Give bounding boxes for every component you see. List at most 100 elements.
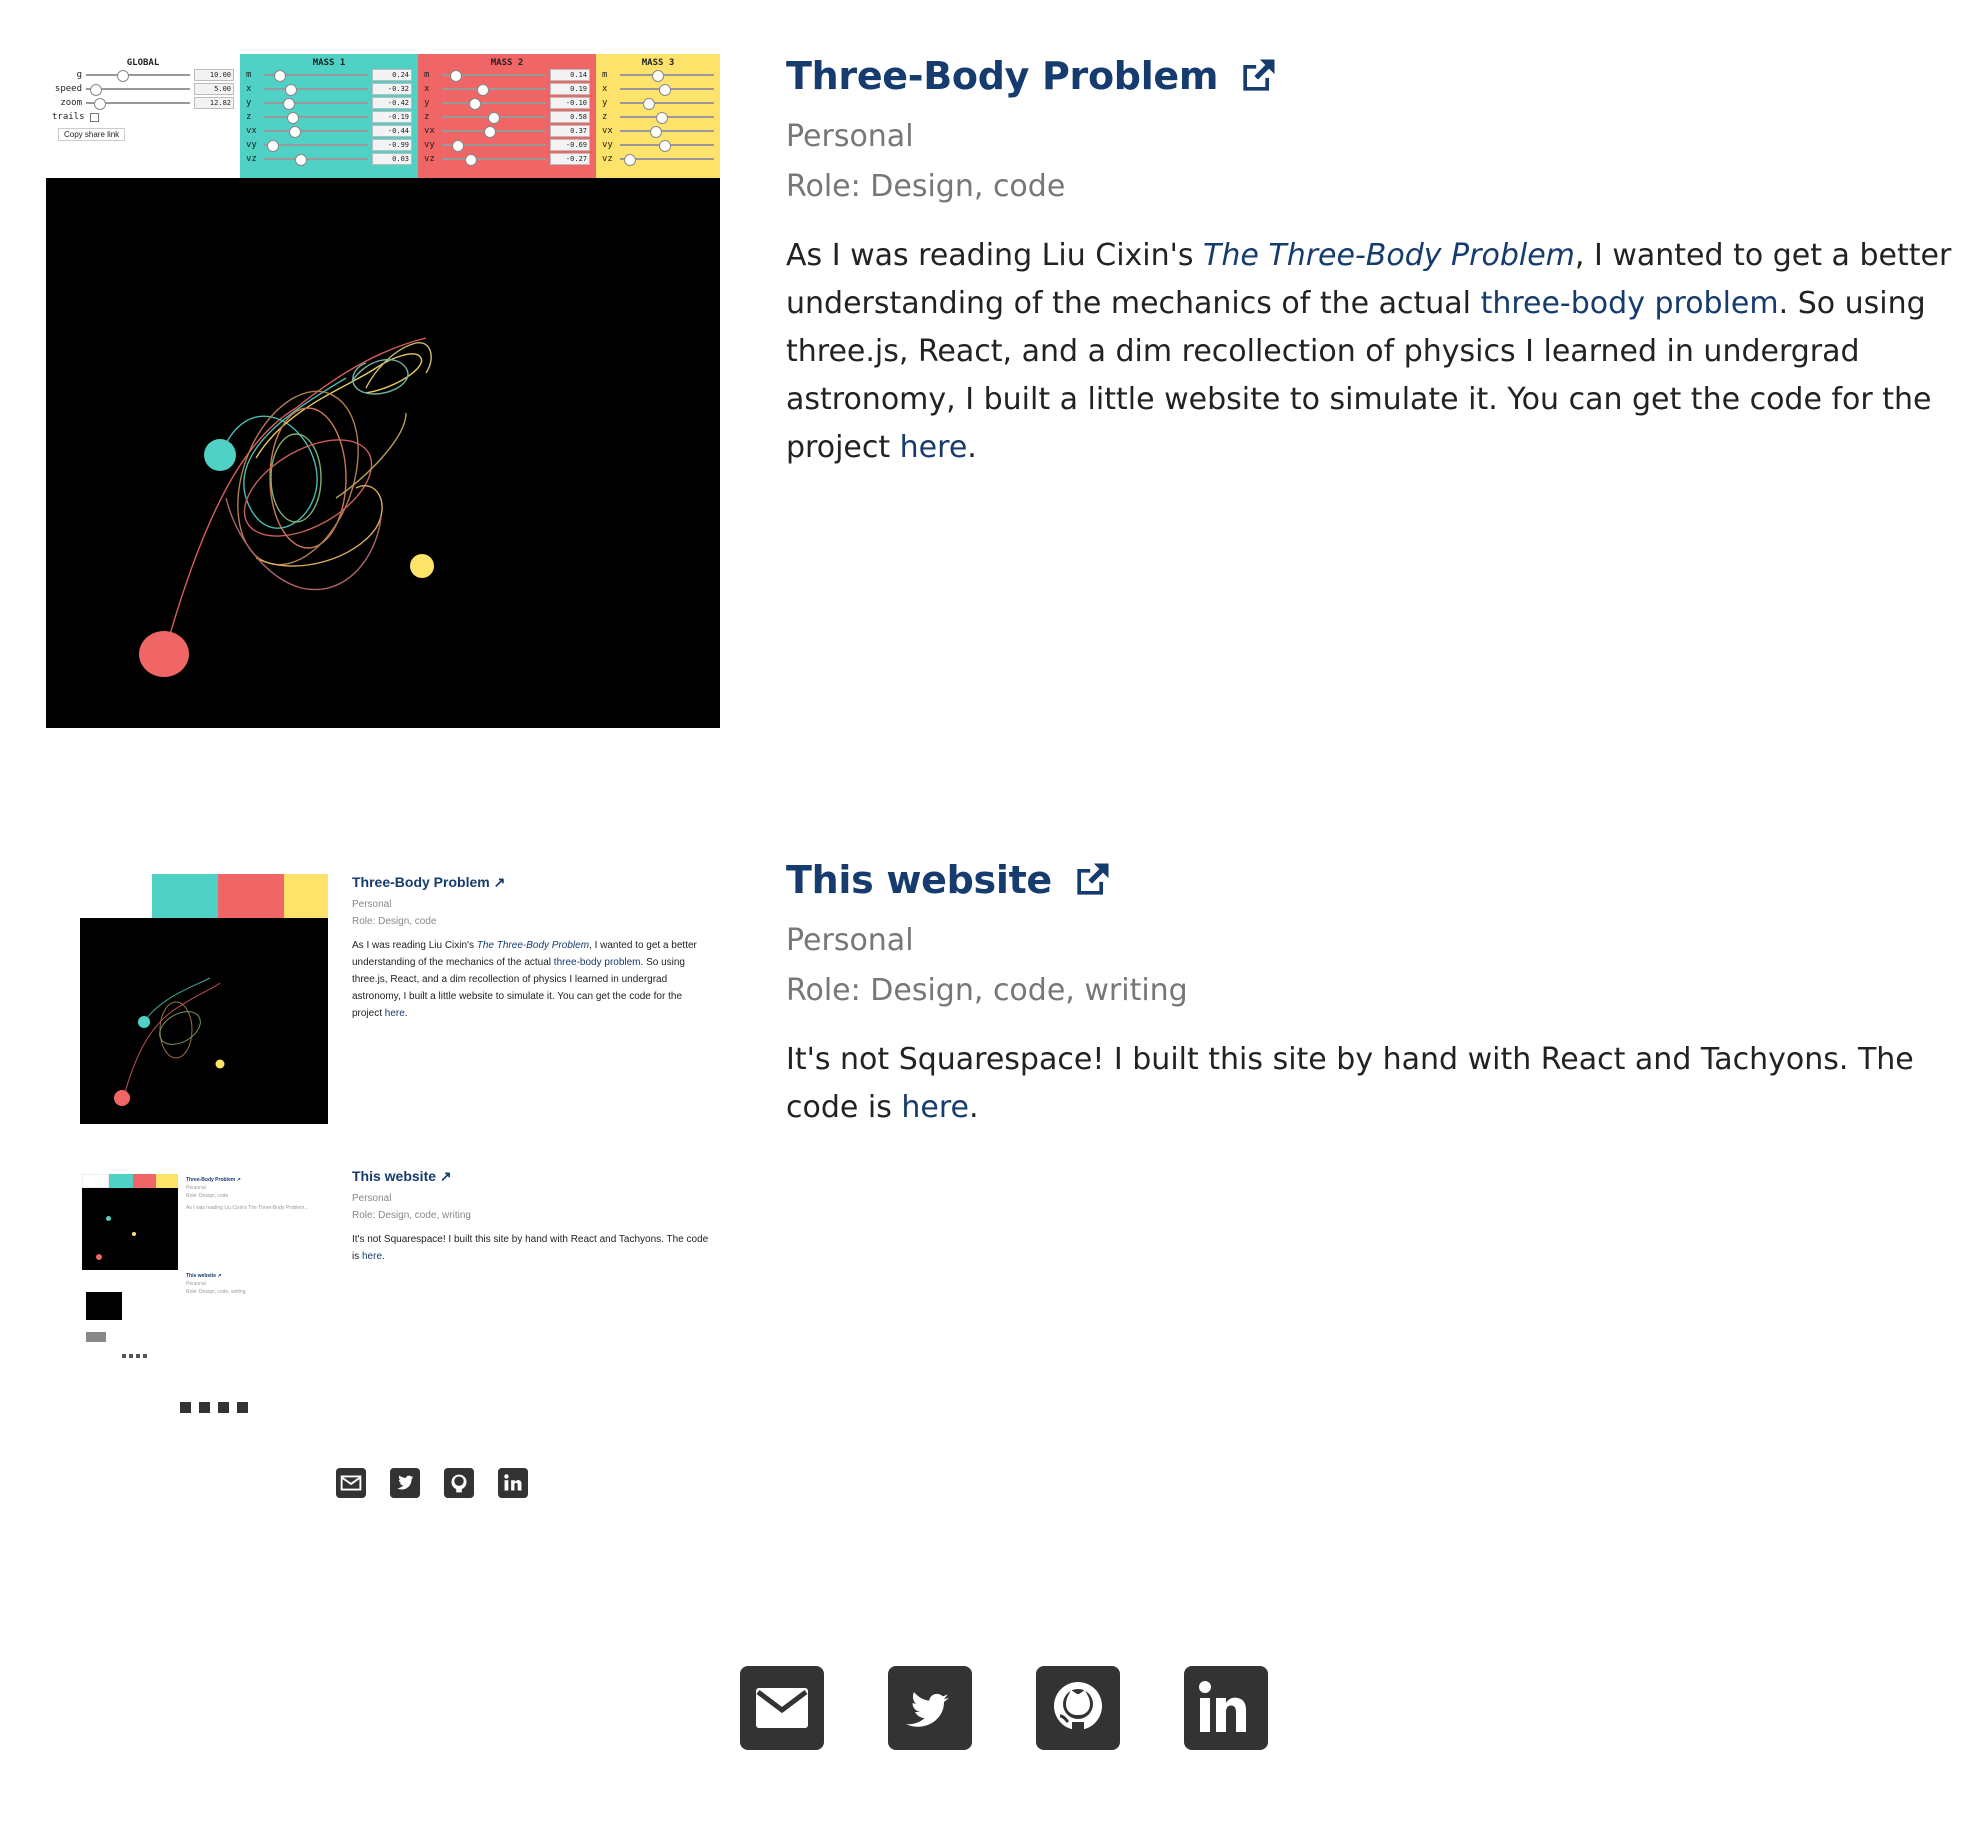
mass-param-row: vy -0.69: [424, 138, 590, 152]
slider[interactable]: [442, 84, 546, 96]
slider[interactable]: [264, 154, 368, 166]
value-box[interactable]: -0.69: [550, 139, 590, 151]
slider-knob[interactable]: [295, 154, 308, 166]
param-label: y: [246, 98, 252, 108]
param-label: x: [246, 84, 252, 94]
value-box[interactable]: -0.44: [372, 125, 412, 137]
email-link[interactable]: [740, 1666, 824, 1750]
value-box[interactable]: -0.27: [550, 153, 590, 165]
value-box[interactable]: -0.42: [372, 97, 412, 109]
slider-knob[interactable]: [464, 154, 477, 166]
slider[interactable]: [620, 98, 714, 110]
slider[interactable]: [264, 140, 368, 152]
value-box[interactable]: 0.03: [372, 153, 412, 165]
mass-param-row: x -0.32: [246, 82, 412, 96]
slider-knob[interactable]: [655, 112, 668, 124]
slider-knob[interactable]: [659, 84, 672, 96]
slider[interactable]: [264, 70, 368, 82]
value-box[interactable]: 10.00: [194, 69, 234, 81]
mass-param-row: y -0.42: [246, 96, 412, 110]
project-title[interactable]: This website: [786, 858, 1956, 902]
slider[interactable]: [442, 140, 546, 152]
value-box[interactable]: 5.00: [194, 83, 234, 95]
slider-knob[interactable]: [659, 140, 672, 152]
slider-knob[interactable]: [450, 70, 463, 82]
slider-knob[interactable]: [623, 154, 636, 166]
slider-knob[interactable]: [477, 84, 490, 96]
value-box[interactable]: -0.19: [372, 111, 412, 123]
slider[interactable]: [442, 154, 546, 166]
twitter-link[interactable]: [888, 1666, 972, 1750]
code-link[interactable]: here: [901, 1090, 969, 1125]
value-box[interactable]: 12.82: [194, 97, 234, 109]
slider[interactable]: [86, 84, 190, 96]
slider-knob[interactable]: [487, 112, 500, 124]
project-title-text[interactable]: Three-Body Problem: [786, 57, 1219, 95]
slider-knob[interactable]: [282, 98, 295, 110]
linkedin-link[interactable]: [1184, 1666, 1268, 1750]
book-link[interactable]: The Three-Body Problem: [1203, 238, 1575, 273]
value-box[interactable]: 0.14: [550, 69, 590, 81]
value-box[interactable]: -0.99: [372, 139, 412, 151]
mini-this-website-info: This website ↗ Personal Role: Design, co…: [352, 1168, 709, 1262]
slider-knob[interactable]: [650, 126, 663, 138]
slider-knob[interactable]: [288, 126, 301, 138]
mini-nested-text: Three-Body Problem ↗ Personal Role: Desig…: [186, 1177, 309, 1295]
slider-knob[interactable]: [642, 98, 655, 110]
slider[interactable]: [620, 84, 714, 96]
slider[interactable]: [620, 112, 714, 124]
value-box[interactable]: 0.58: [550, 111, 590, 123]
desc-text: As I was reading Liu Cixin's: [786, 238, 1204, 273]
slider[interactable]: [86, 70, 190, 82]
three-body-problem-link[interactable]: three-body problem: [1481, 286, 1779, 321]
slider-knob[interactable]: [651, 70, 664, 82]
value-box[interactable]: -0.32: [372, 83, 412, 95]
slider[interactable]: [442, 112, 546, 124]
mass-param-row: vy: [602, 138, 714, 152]
slider[interactable]: [264, 112, 368, 124]
value-box[interactable]: 0.37: [550, 125, 590, 137]
slider[interactable]: [442, 126, 546, 138]
code-link[interactable]: here: [900, 430, 968, 465]
slider-knob[interactable]: [284, 84, 297, 96]
mass-param-row: vz: [602, 152, 714, 166]
value-box[interactable]: -0.10: [550, 97, 590, 109]
slider[interactable]: [264, 126, 368, 138]
slider[interactable]: [264, 98, 368, 110]
mass-3-panel: MASS 3 m x y z vx vy vz: [596, 54, 720, 178]
simulation-canvas[interactable]: [46, 178, 720, 728]
slider[interactable]: [620, 154, 714, 166]
slider-knob[interactable]: [469, 98, 482, 110]
slider[interactable]: [442, 98, 546, 110]
external-link-icon[interactable]: [1070, 858, 1114, 902]
slider-knob[interactable]: [286, 112, 299, 124]
project-title-text[interactable]: This website: [786, 861, 1052, 899]
param-label: vz: [424, 154, 435, 164]
slider[interactable]: [620, 70, 714, 82]
project-info: Three-Body Problem Personal Role: Design…: [786, 54, 1956, 502]
slider[interactable]: [620, 140, 714, 152]
mass-param-row: m: [602, 68, 714, 82]
global-g-label: g: [76, 70, 82, 80]
slider[interactable]: [264, 84, 368, 96]
copy-share-link-button[interactable]: Copy share link: [58, 128, 126, 141]
slider-knob[interactable]: [483, 126, 496, 138]
slider-knob[interactable]: [452, 140, 465, 152]
external-link-icon[interactable]: [1236, 54, 1280, 98]
slider-knob[interactable]: [267, 140, 280, 152]
tiny-linkedin-icon: [237, 1402, 248, 1413]
trails-checkbox[interactable]: [90, 112, 99, 122]
mass-param-row: vz -0.27: [424, 152, 590, 166]
value-box[interactable]: 0.19: [550, 83, 590, 95]
website-screenshot[interactable]: Three-Body Problem ↗ Personal Role: Desi…: [46, 858, 720, 1498]
param-label: x: [424, 84, 430, 94]
project-title[interactable]: Three-Body Problem: [786, 54, 1956, 98]
slider[interactable]: [86, 98, 190, 110]
slider[interactable]: [620, 126, 714, 138]
slider-knob[interactable]: [274, 70, 287, 82]
tiny-social-links: [180, 1402, 248, 1413]
slider[interactable]: [442, 70, 546, 82]
value-box[interactable]: 0.24: [372, 69, 412, 81]
github-link[interactable]: [1036, 1666, 1120, 1750]
three-body-screenshot[interactable]: GLOBAL g 10.00 speed 5.00 zoom 12.82 trails…: [46, 54, 720, 728]
